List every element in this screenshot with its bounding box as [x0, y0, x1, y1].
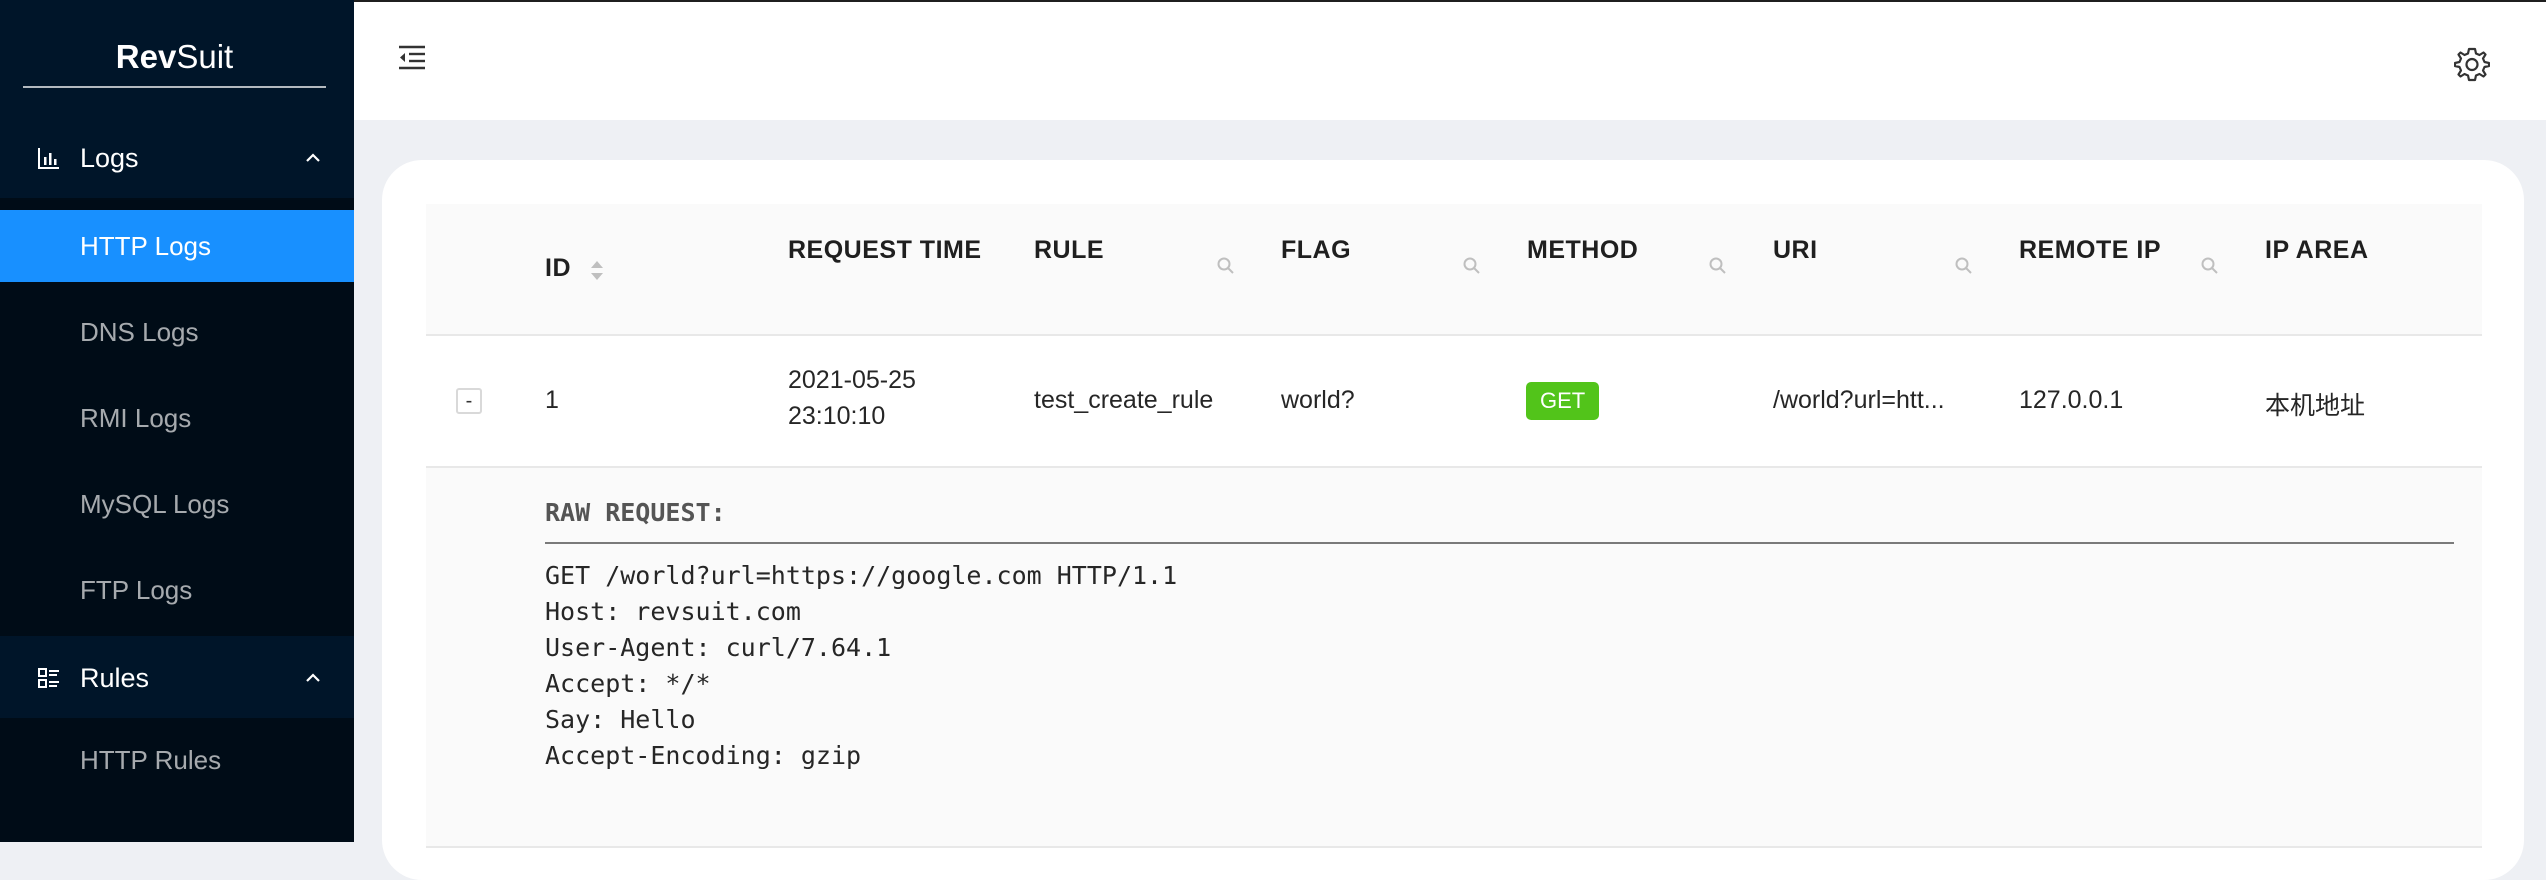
sidebar-item-mysql-logs[interactable]: MySQL Logs [0, 468, 354, 540]
sidebar-item-label: RMI Logs [80, 402, 192, 433]
column-header-ip-area: IP AREA [2265, 236, 2369, 264]
cell-rule: test_create_rule [1034, 386, 1214, 414]
chevron-up-icon [306, 673, 320, 682]
sidebar-item-label: DNS Logs [80, 316, 199, 347]
search-filter-icon[interactable] [2200, 256, 2220, 276]
submenu-logs: HTTP Logs DNS Logs RMI Logs MySQL Logs F… [0, 198, 354, 636]
sidebar-item-ftp-logs[interactable]: FTP Logs [0, 554, 354, 626]
cell-request-date: 2021-05-25 [788, 366, 916, 394]
column-header-id[interactable]: ID [545, 254, 571, 283]
gear-icon[interactable] [2454, 46, 2490, 82]
app-logo[interactable]: Rev Suit [23, 28, 326, 88]
menu-group-label: Logs [80, 142, 139, 173]
cell-uri: /world?url=htt... [1773, 386, 1945, 414]
logo-text: Suit [176, 38, 234, 75]
submenu-rules: HTTP Rules [0, 718, 354, 842]
bar-chart-icon [38, 148, 59, 169]
raw-request-title: RAW REQUEST: [545, 498, 726, 527]
sidebar-item-dns-logs[interactable]: DNS Logs [0, 296, 354, 368]
menu-fold-icon[interactable] [396, 42, 428, 74]
expanded-row: RAW REQUEST: GET /world?url=https://goog… [426, 468, 2482, 848]
sidebar-item-rmi-logs[interactable]: RMI Logs [0, 382, 354, 454]
menu-group-logs[interactable]: Logs [0, 118, 354, 198]
sidebar-item-label: MySQL Logs [80, 488, 230, 519]
sidebar-item-label: HTTP Logs [80, 230, 212, 261]
cell-ip-area: 本机地址 [2265, 391, 2366, 420]
column-header-remote-ip: REMOTE IP [2019, 236, 2162, 264]
cell-flag: world? [1281, 386, 1355, 414]
cell-request-clock: 23:10:10 [788, 402, 886, 430]
divider [545, 542, 2454, 544]
logs-table: ID REQUEST TIME RULE FLAG METHOD URI REM… [426, 204, 2482, 864]
sidebar-item-label: HTTP Rules [80, 744, 222, 775]
menu-group-label: Rules [80, 662, 150, 693]
search-filter-icon[interactable] [1462, 256, 1482, 276]
column-header-uri: URI [1773, 236, 1818, 264]
table-header: ID REQUEST TIME RULE FLAG METHOD URI REM… [426, 204, 2482, 336]
search-filter-icon[interactable] [1216, 256, 1236, 276]
cell-id: 1 [545, 386, 559, 414]
column-header-request-time: REQUEST TIME [788, 236, 982, 264]
sidebar-item-http-rules[interactable]: HTTP Rules [0, 724, 354, 796]
sidebar: Rev Suit Logs HTTP Logs DNS Logs RMI Logs… [0, 0, 354, 842]
sort-icon[interactable] [588, 258, 606, 284]
search-filter-icon[interactable] [1954, 256, 1974, 276]
raw-request-body: GET /world?url=https://google.com HTTP/1… [545, 561, 1178, 770]
method-badge: GET [1526, 382, 1600, 420]
column-header-flag: FLAG [1281, 236, 1352, 264]
list-icon [38, 668, 59, 688]
logo-bold-text: Rev [115, 38, 177, 75]
sidebar-item-http-logs[interactable]: HTTP Logs [0, 210, 354, 282]
column-header-rule: RULE [1034, 236, 1105, 264]
table-row[interactable]: - 1 2021-05-25 23:10:10 test_create_rule… [426, 336, 2482, 468]
menu-group-rules[interactable]: Rules [0, 638, 354, 718]
sidebar-item-label: FTP Logs [80, 574, 193, 605]
search-filter-icon[interactable] [1708, 256, 1728, 276]
cell-remote-ip: 127.0.0.1 [2019, 386, 2124, 414]
chevron-up-icon [306, 153, 320, 162]
top-header [354, 0, 2546, 120]
column-header-method: METHOD [1527, 236, 1639, 264]
row-expand-button[interactable]: - [456, 388, 482, 414]
